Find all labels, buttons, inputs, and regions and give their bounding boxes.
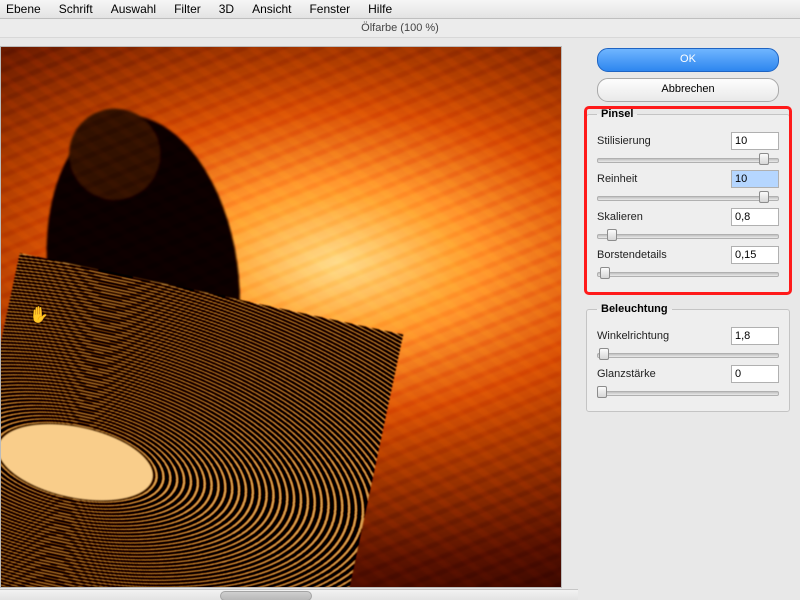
scale-slider[interactable] [597,228,779,242]
preview-image [1,47,561,587]
cleanliness-label: Reinheit [597,173,725,185]
menu-3d[interactable]: 3D [219,2,234,16]
scale-input[interactable] [731,208,779,226]
menu-auswahl[interactable]: Auswahl [111,2,156,16]
angle-slider[interactable] [597,347,779,361]
cleanliness-slider[interactable] [597,190,779,204]
menu-bar: Ebene Schrift Auswahl Filter 3D Ansicht … [0,0,800,19]
shine-label: Glanzstärke [597,368,725,380]
window-title: Ölfarbe (100 %) [361,22,439,34]
cancel-button[interactable]: Abbrechen [597,78,779,102]
stylization-label: Stilisierung [597,135,725,147]
lighting-group: Beleuchtung Winkelrichtung Glanzstärke [586,303,790,412]
stylization-input[interactable] [731,132,779,150]
lighting-legend: Beleuchtung [597,303,672,315]
shine-input[interactable] [731,365,779,383]
shine-slider[interactable] [597,385,779,399]
menu-schrift[interactable]: Schrift [59,2,93,16]
menu-ansicht[interactable]: Ansicht [252,2,291,16]
brush-group: Pinsel Stilisierung Reinheit Skalieren [586,108,790,293]
angle-input[interactable] [731,327,779,345]
cleanliness-input[interactable] [731,170,779,188]
preview-pane: ✋ [0,38,578,600]
window-title-bar: Ölfarbe (100 %) [0,19,800,38]
menu-filter[interactable]: Filter [174,2,201,16]
bristle-label: Borstendetails [597,249,725,261]
angle-label: Winkelrichtung [597,330,725,342]
filter-preview-canvas[interactable]: ✋ [0,46,562,588]
bristle-input[interactable] [731,246,779,264]
horizontal-scrollbar[interactable] [0,589,578,600]
menu-hilfe[interactable]: Hilfe [368,2,392,16]
scale-label: Skalieren [597,211,725,223]
menu-ebene[interactable]: Ebene [6,2,41,16]
ok-button[interactable]: OK [597,48,779,72]
bristle-slider[interactable] [597,266,779,280]
filter-options-sidebar: OK Abbrechen Pinsel Stilisierung Reinhei… [578,38,800,600]
menu-fenster[interactable]: Fenster [309,2,350,16]
scrollbar-thumb[interactable] [220,591,312,600]
stylization-slider[interactable] [597,152,779,166]
brush-legend: Pinsel [597,108,637,120]
